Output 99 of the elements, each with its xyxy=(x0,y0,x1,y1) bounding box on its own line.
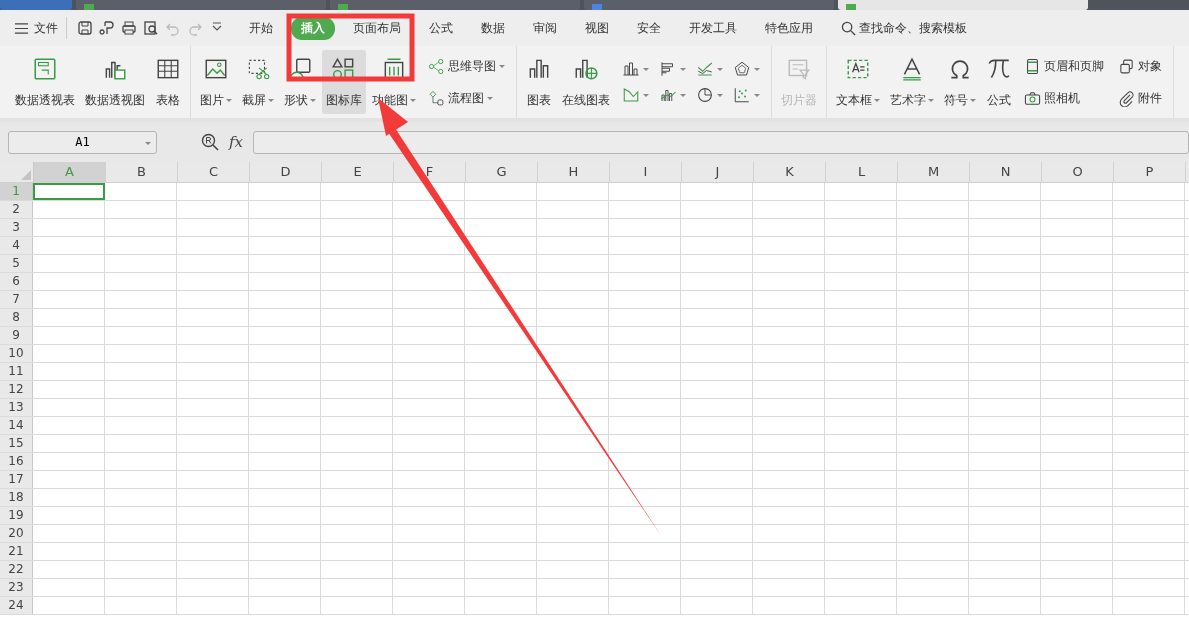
menu-tab[interactable]: 视图 xyxy=(575,16,619,40)
ribbon-button[interactable]: 符号 xyxy=(940,50,980,114)
menu-tab[interactable]: 数据 xyxy=(471,16,515,40)
row-header[interactable]: 5 xyxy=(0,255,33,272)
row-header[interactable]: 22 xyxy=(0,561,33,578)
name-box[interactable]: A1 xyxy=(8,130,157,154)
file-icon xyxy=(592,4,602,10)
print-icon[interactable] xyxy=(121,20,137,36)
row-header[interactable]: 24 xyxy=(0,597,33,614)
row-header[interactable]: 3 xyxy=(0,219,33,236)
document-tab[interactable] xyxy=(838,0,1088,10)
selected-cell[interactable] xyxy=(33,183,105,200)
row-header[interactable]: 14 xyxy=(0,417,33,434)
search-icon xyxy=(841,20,856,36)
pie-chart-icon xyxy=(696,86,714,104)
row-header[interactable]: 11 xyxy=(0,363,33,380)
file-menu[interactable]: 文件 xyxy=(14,17,67,39)
triangle-icon xyxy=(21,170,31,180)
ribbon-button[interactable]: 图标库 xyxy=(322,50,366,114)
row-header[interactable]: 10 xyxy=(0,345,33,362)
ribbon-button[interactable]: 数据透视表 xyxy=(11,50,79,114)
menu-tab[interactable]: 开发工具 xyxy=(679,16,747,40)
row-header[interactable]: 4 xyxy=(0,237,33,254)
column-header[interactable]: L xyxy=(826,162,898,182)
ribbon-button[interactable]: 文本框 xyxy=(832,50,884,114)
ribbon-button[interactable]: 表格 xyxy=(151,50,185,114)
column-header[interactable]: N xyxy=(970,162,1042,182)
row-header[interactable]: 9 xyxy=(0,327,33,344)
mind-map-icon xyxy=(428,57,445,75)
row-header[interactable]: 17 xyxy=(0,471,33,488)
command-search[interactable]: 查找命令、搜索模板 xyxy=(835,18,973,38)
column-header[interactable]: K xyxy=(754,162,826,182)
document-tab[interactable] xyxy=(330,0,580,10)
menu-tab[interactable]: 页面布局 xyxy=(343,16,411,40)
ribbon-button[interactable]: 思维导图 xyxy=(426,55,507,77)
column-header[interactable]: B xyxy=(106,162,178,182)
ribbon-button[interactable]: 公式 xyxy=(982,50,1016,114)
row-header[interactable]: 6 xyxy=(0,273,33,290)
object-icon xyxy=(1118,57,1135,75)
column-header[interactable]: J xyxy=(682,162,754,182)
menu-icon xyxy=(14,20,29,36)
file-icon xyxy=(338,4,348,10)
pivot-table-icon xyxy=(32,56,58,82)
save-icon[interactable] xyxy=(77,20,93,36)
menu-tab[interactable]: 开始 xyxy=(239,16,283,40)
row-header[interactable]: 8 xyxy=(0,309,33,326)
row-header[interactable]: 15 xyxy=(0,435,33,452)
ribbon-button[interactable]: 艺术字 xyxy=(886,50,938,114)
formula-input[interactable] xyxy=(253,130,1189,154)
row-header[interactable]: 13 xyxy=(0,399,33,416)
column-header[interactable]: G xyxy=(466,162,538,182)
flowchart-icon xyxy=(428,89,445,107)
paperclip-icon xyxy=(1118,89,1135,107)
column-header[interactable]: O xyxy=(1042,162,1114,182)
row-header[interactable]: 2 xyxy=(0,201,33,218)
row-header[interactable]: 18 xyxy=(0,489,33,506)
ribbon-button[interactable]: 形状 xyxy=(280,50,320,114)
ribbon-button[interactable]: 在线图表 xyxy=(558,50,614,114)
row-header[interactable]: 19 xyxy=(0,507,33,524)
row-header[interactable]: 21 xyxy=(0,543,33,560)
ribbon-button[interactable]: 图表 xyxy=(522,50,556,114)
function-button[interactable]: fx xyxy=(229,133,243,151)
row-header[interactable]: 12 xyxy=(0,381,33,398)
ribbon-button[interactable]: 截屏 xyxy=(238,50,278,114)
line-chart-icon xyxy=(696,60,714,78)
row-header[interactable]: 23 xyxy=(0,579,33,596)
caret-icon xyxy=(145,141,151,145)
ribbon-button[interactable]: 图片 xyxy=(196,50,236,114)
column-header[interactable]: P xyxy=(1114,162,1186,182)
ribbon-button[interactable]: 数据透视图 xyxy=(81,50,149,114)
zoom-icon[interactable] xyxy=(201,133,219,151)
column-chart-icon xyxy=(622,60,640,78)
column-header[interactable]: E xyxy=(322,162,394,182)
row-header[interactable]: 20 xyxy=(0,525,33,542)
radar-chart-icon xyxy=(733,60,751,78)
row-header[interactable]: 7 xyxy=(0,291,33,308)
scatter-chart-icon xyxy=(733,86,751,104)
column-header[interactable]: C xyxy=(178,162,250,182)
column-header[interactable]: D xyxy=(250,162,322,182)
ribbon-button[interactable]: 照相机 xyxy=(1022,87,1106,109)
ribbon-button[interactable]: 页眉和页脚 xyxy=(1022,55,1106,77)
document-tab[interactable] xyxy=(76,0,326,10)
file-icon xyxy=(84,4,94,10)
ribbon-button[interactable]: 附件 xyxy=(1116,87,1164,109)
ribbon-button[interactable]: 对象 xyxy=(1116,55,1164,77)
column-header[interactable]: M xyxy=(898,162,970,182)
column-header[interactable]: I xyxy=(610,162,682,182)
print-preview-icon[interactable] xyxy=(143,20,159,36)
menu-tab[interactable]: 特色应用 xyxy=(755,16,823,40)
camera-icon xyxy=(1024,89,1041,107)
file-icon xyxy=(846,4,856,10)
menu-tab[interactable]: 公式 xyxy=(419,16,463,40)
column-header[interactable]: H xyxy=(538,162,610,182)
menu-tab[interactable]: 安全 xyxy=(627,16,671,40)
row-header[interactable]: 16 xyxy=(0,453,33,470)
area-chart-icon xyxy=(622,86,640,104)
menu-tab[interactable]: 审阅 xyxy=(523,16,567,40)
ribbon-button[interactable]: 流程图 xyxy=(426,87,507,109)
header-footer-icon xyxy=(1024,57,1041,75)
